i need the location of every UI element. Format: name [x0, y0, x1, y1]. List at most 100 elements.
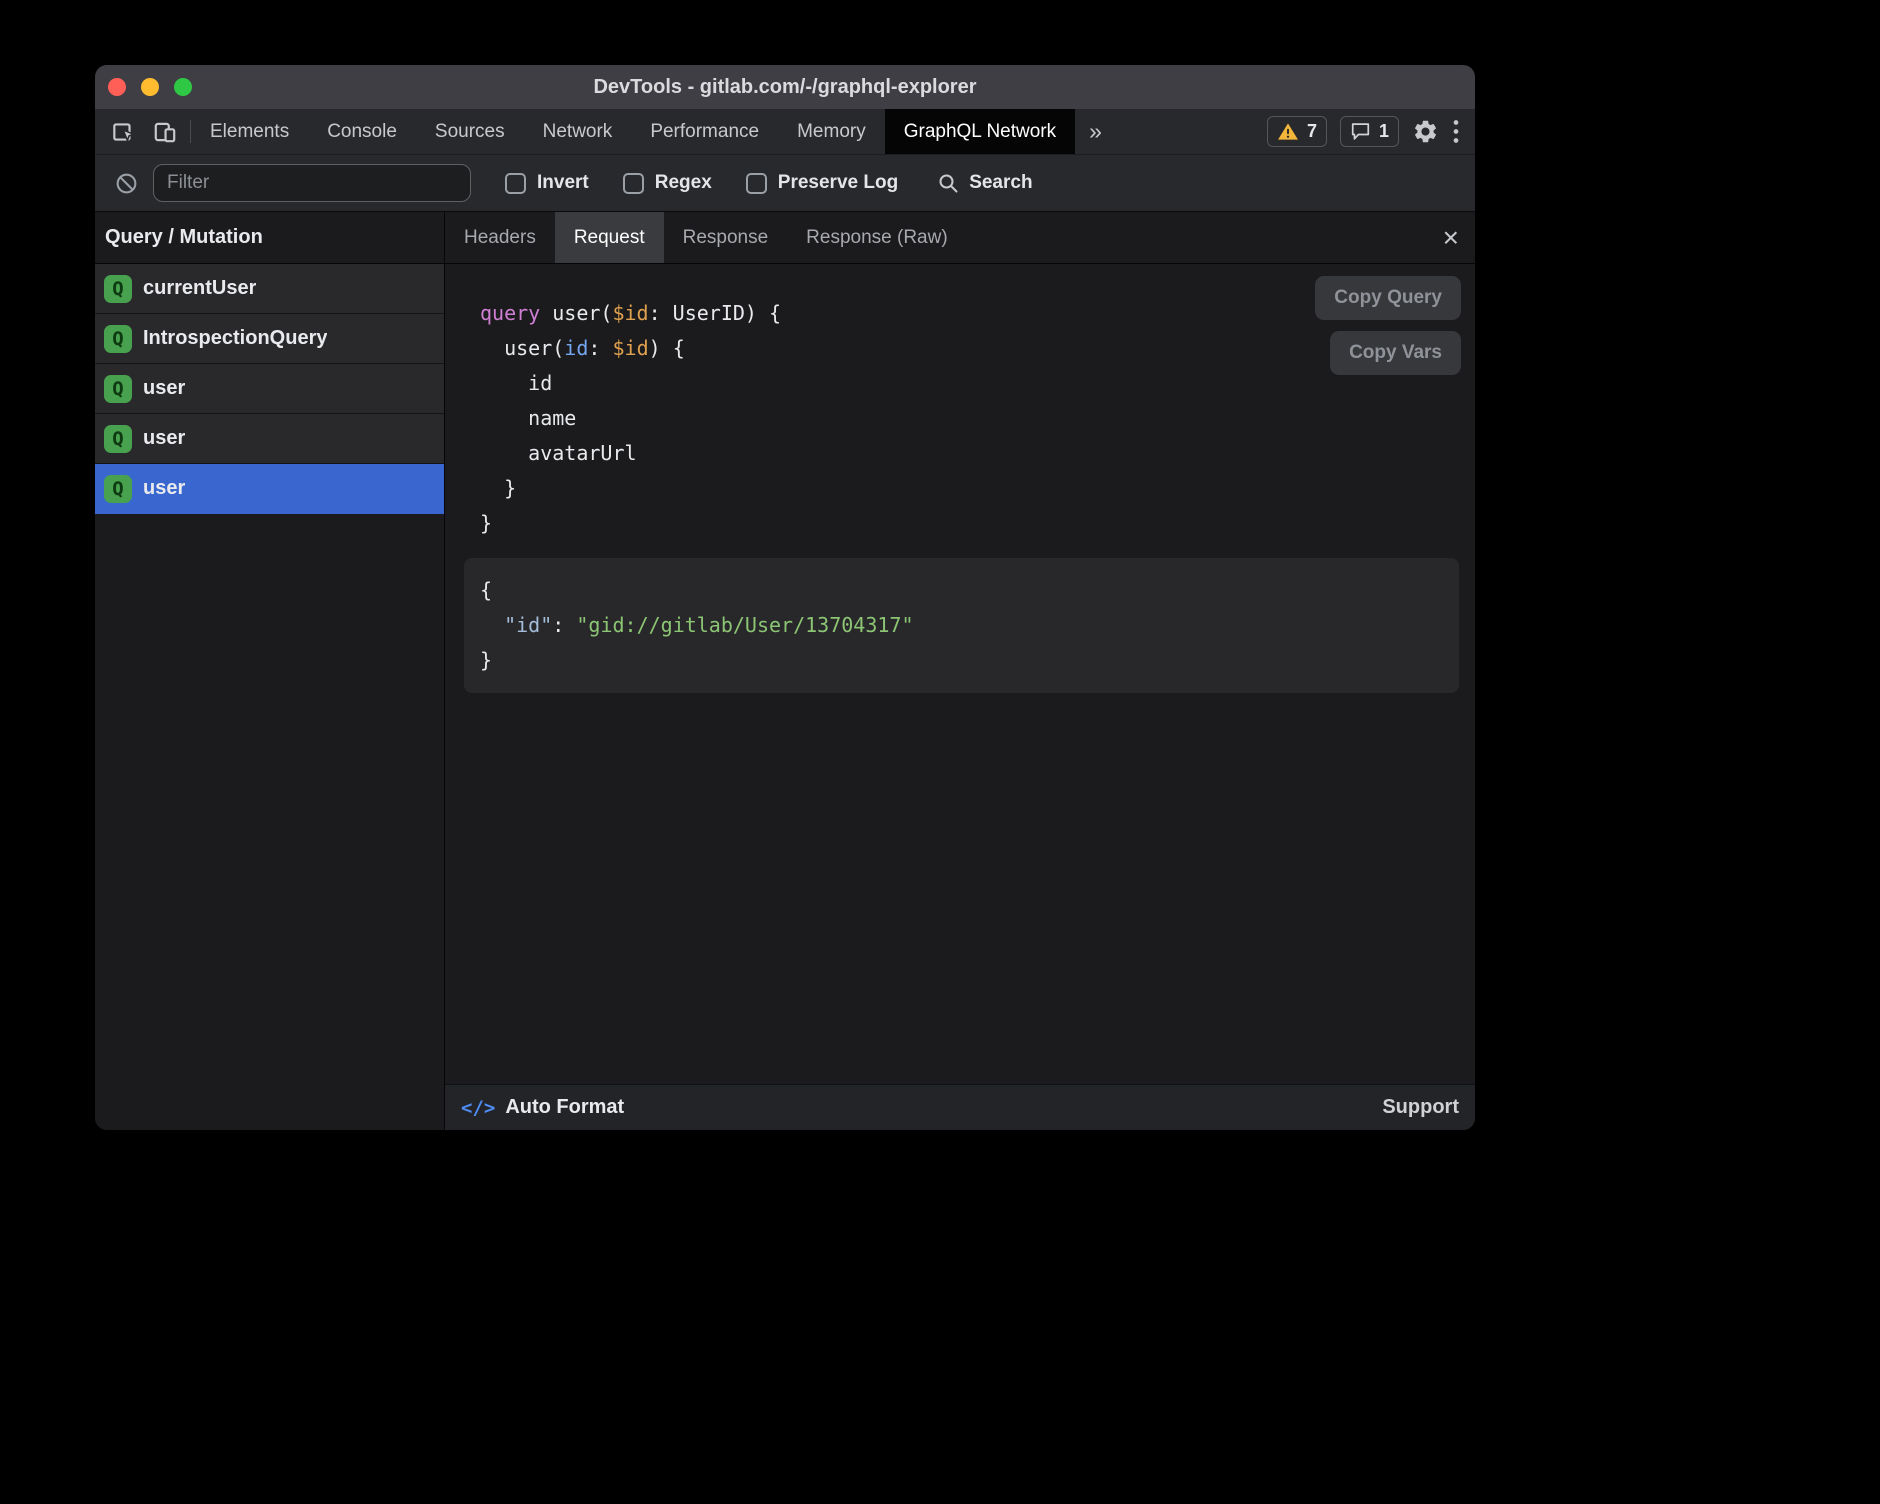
regex-checkbox-group[interactable]: Regex [623, 172, 712, 194]
invert-label: Invert [537, 172, 589, 194]
toolbar-right-icons: 7 1 [1267, 109, 1475, 154]
code-token: } [480, 476, 516, 500]
code-token: } [480, 648, 492, 672]
code-line: name [480, 401, 1295, 436]
code-token: avatarUrl [480, 441, 637, 465]
support-link[interactable]: Support [1382, 1096, 1459, 1119]
more-tabs-button[interactable]: » [1075, 109, 1116, 154]
code-token [480, 613, 504, 637]
tab-performance[interactable]: Performance [631, 109, 778, 154]
main-area: Query / Mutation Q currentUser Q Introsp… [95, 212, 1475, 1130]
code-line: user(id: $id) { [480, 331, 1295, 366]
code-line: } [480, 643, 1443, 678]
tab-network[interactable]: Network [524, 109, 632, 154]
query-label: user [143, 377, 185, 400]
messages-badge[interactable]: 1 [1340, 116, 1399, 147]
copy-query-button[interactable]: Copy Query [1315, 276, 1461, 320]
query-list-item[interactable]: Q user [95, 414, 444, 464]
devtools-window: DevTools - gitlab.com/-/graphql-explorer… [95, 65, 1475, 1130]
devtools-toolbar: Elements Console Sources Network Perform… [95, 109, 1475, 155]
code-token: } [480, 511, 492, 535]
query-type-badge: Q [104, 425, 132, 453]
detail-tab-response-raw[interactable]: Response (Raw) [787, 212, 967, 263]
regex-label: Regex [655, 172, 712, 194]
maximize-window-button[interactable] [174, 78, 192, 96]
code-brackets-icon: </> [461, 1097, 495, 1119]
code-token: "gid://gitlab/User/13704317" [576, 613, 913, 637]
query-sidebar: Query / Mutation Q currentUser Q Introsp… [95, 212, 445, 1130]
tab-memory[interactable]: Memory [778, 109, 885, 154]
detail-panel: Headers Request Response Response (Raw) … [445, 212, 1475, 1130]
settings-gear-icon[interactable] [1412, 118, 1439, 145]
query-list-item[interactable]: Q user [95, 364, 444, 414]
code-token: : [552, 613, 576, 637]
request-content: Copy Query Copy Vars query user($id: Use… [445, 264, 1475, 1084]
code-line: query user($id: UserID) { [480, 296, 1295, 331]
inspect-element-icon[interactable] [110, 119, 136, 145]
query-label: user [143, 477, 185, 500]
detail-tab-headers[interactable]: Headers [445, 212, 555, 263]
tab-console[interactable]: Console [308, 109, 416, 154]
tab-elements[interactable]: Elements [191, 109, 308, 154]
code-token: : UserID) { [649, 301, 781, 325]
code-token: user( [480, 336, 564, 360]
preserve-log-checkbox[interactable] [746, 173, 767, 194]
variables-code: { "id": "gid://gitlab/User/13704317" } [480, 573, 1443, 678]
code-token: $id [612, 336, 648, 360]
code-token: id [564, 336, 588, 360]
devtools-panel-tabs: Elements Console Sources Network Perform… [191, 109, 1116, 154]
detail-tab-response[interactable]: Response [664, 212, 788, 263]
code-line: } [480, 471, 1295, 506]
search-control[interactable]: Search [936, 171, 1032, 195]
code-token: name [480, 406, 576, 430]
window-title: DevTools - gitlab.com/-/graphql-explorer [593, 76, 976, 99]
code-line: avatarUrl [480, 436, 1295, 471]
preserve-log-label: Preserve Log [778, 172, 898, 194]
clear-block-icon[interactable] [114, 171, 139, 196]
warnings-badge[interactable]: 7 [1267, 116, 1327, 147]
query-list-item[interactable]: Q currentUser [95, 264, 444, 314]
code-token: "id" [504, 613, 552, 637]
close-detail-icon[interactable]: × [1443, 224, 1459, 252]
copy-vars-button[interactable]: Copy Vars [1330, 331, 1461, 375]
code-line: "id": "gid://gitlab/User/13704317" [480, 608, 1443, 643]
code-line: } [480, 506, 1295, 541]
device-toolbar-icon[interactable] [152, 119, 178, 145]
panel-footer: </> Auto Format Support [445, 1084, 1475, 1130]
query-list-item-selected[interactable]: Q user [95, 464, 444, 514]
query-list-item[interactable]: Q IntrospectionQuery [95, 314, 444, 364]
traffic-lights [108, 65, 192, 109]
tab-graphql-network[interactable]: GraphQL Network [885, 109, 1075, 154]
code-line: id [480, 366, 1295, 401]
request-query-code: query user($id: UserID) { user(id: $id) … [480, 296, 1295, 541]
search-icon [936, 171, 960, 195]
warning-count: 7 [1307, 121, 1317, 142]
query-type-badge: Q [104, 375, 132, 403]
minimize-window-button[interactable] [141, 78, 159, 96]
code-line: { [480, 573, 1443, 608]
query-type-badge: Q [104, 325, 132, 353]
invert-checkbox[interactable] [505, 173, 526, 194]
tab-sources[interactable]: Sources [416, 109, 524, 154]
query-label: user [143, 427, 185, 450]
regex-checkbox[interactable] [623, 173, 644, 194]
titlebar: DevTools - gitlab.com/-/graphql-explorer [95, 65, 1475, 109]
code-token: : [588, 336, 612, 360]
code-token: user( [540, 301, 612, 325]
invert-checkbox-group[interactable]: Invert [505, 172, 589, 194]
detail-tab-request[interactable]: Request [555, 212, 664, 263]
preserve-log-checkbox-group[interactable]: Preserve Log [746, 172, 898, 194]
query-type-badge: Q [104, 475, 132, 503]
code-token: { [480, 578, 492, 602]
search-label: Search [969, 172, 1032, 194]
kebab-menu-icon[interactable] [1452, 118, 1460, 145]
query-label: IntrospectionQuery [143, 327, 327, 350]
auto-format-button[interactable]: </> Auto Format [461, 1096, 624, 1119]
filter-input[interactable] [153, 164, 471, 202]
close-window-button[interactable] [108, 78, 126, 96]
auto-format-label: Auto Format [505, 1096, 624, 1119]
query-label: currentUser [143, 277, 256, 300]
code-token: $id [612, 301, 648, 325]
code-token: query [480, 301, 540, 325]
filter-bar: Invert Regex Preserve Log Search [95, 155, 1475, 212]
